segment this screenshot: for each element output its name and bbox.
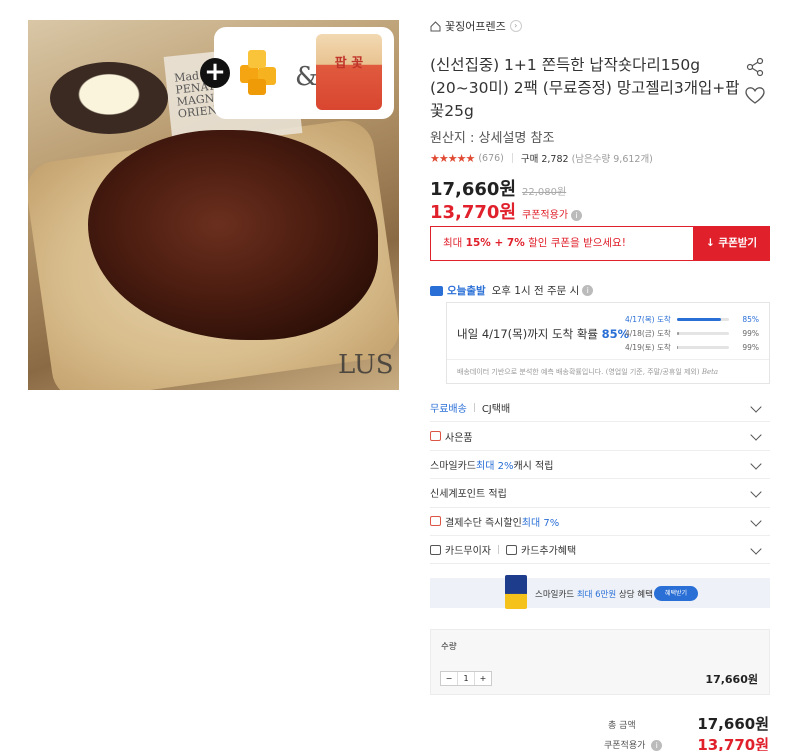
shinsegae-point-row[interactable]: 신세계포인트 적립 [430,479,770,508]
coupon-highlight: 15% + 7% [465,237,525,249]
pack-label: 팝 꽃 [334,56,364,71]
total-value: 17,660원 [697,715,769,733]
coupon-total-value: 13,770원 [697,736,769,751]
chevron-down-icon [750,486,762,498]
smile-card-banner[interactable]: 스마일카드 최대 6만원 상당 혜택 혜택받기 [430,575,770,609]
chevron-down-icon [750,429,762,442]
banner-text: 스마일카드 최대 6만원 상당 혜택 [535,590,653,600]
card-benefit-row[interactable]: 카드무이자 카드추가혜택 [430,536,770,565]
delivery-header: 오늘출발 오후 1시 전 주문 시 i [430,283,594,298]
plus-icon: + [200,58,230,88]
get-benefit-button[interactable]: 혜택받기 [654,586,698,601]
delivery-row: 4/17(목) 도착 85% [625,315,759,324]
coupon-price-row: 13,770원 쿠폰적용가 i [430,198,583,224]
heart-icon[interactable] [745,86,765,106]
popcorn-pack: 팝 꽃 [316,34,382,110]
total-label: 총 금액 [608,721,636,731]
ampersand: & [295,62,319,92]
today-shipping-badge: 오늘출발 [447,285,486,297]
benefit-list: 무료배송 CJ택배 사은품 스마일카드 최대 2% 캐시 적립 신세계포인트 적립… [430,394,770,565]
info-icon[interactable]: i [571,210,583,221]
get-coupon-button[interactable]: ↓ 쿠폰받기 [693,226,770,261]
quantity-label: 수량 [441,642,457,652]
smile-card-image [505,575,527,609]
truck-icon [430,285,443,296]
coupon-price: 13,770원 [430,202,517,223]
shipping-row[interactable]: 무료배송 CJ택배 [430,394,770,423]
delivery-row: 4/19(토) 도착 99% [625,343,759,352]
delivery-probability-box: 내일 4/17(목)까지 도착 확률 85% 4/17(목) 도착 85% 4/… [446,302,770,384]
card-plus-icon [506,544,517,555]
quantity-stepper: − 1 + [440,671,492,686]
discount-icon [430,516,441,527]
coupon-total-row: 쿠폰적용가 i 13,770원 [430,734,770,751]
gift-icon [430,431,441,442]
mango-jelly-icon [240,50,276,95]
option-price: 17,660원 [705,673,758,686]
divider [511,153,513,163]
sauce-bowl [50,62,168,134]
original-price: 22,080원 [522,187,567,198]
coupon-message: 최대 15% + 7% 할인 쿠폰을 받으세요! [430,226,693,261]
plus-button[interactable]: + [475,672,491,685]
stock-count: (남은수량 9,612개) [571,154,653,165]
home-icon [430,20,441,31]
card-icon [430,544,441,555]
total-row: 총 금액 17,660원 [430,713,770,735]
delivery-cutoff: 오후 1시 전 주문 시 [491,285,580,297]
chevron-down-icon [750,401,762,413]
delivery-bar-fill [677,318,722,321]
purchase-count: 구매 2,782 [520,154,569,165]
quantity-box: 수량 − 1 + 17,660원 [430,629,770,695]
divider [447,359,769,360]
share-icon[interactable] [745,57,765,77]
minus-button[interactable]: − [441,672,457,685]
store-name: 꽃징어프렌즈 [445,20,506,33]
gift-row[interactable]: 사은품 [430,422,770,451]
review-count[interactable]: (676) [478,153,504,164]
coupon-total-label: 쿠폰적용가 i [604,738,663,751]
chevron-down-icon [750,458,762,470]
delivery-note: 배송데이터 기반으로 분석한 예측 배송확률입니다. (영업일 기준, 주말/공… [457,368,719,376]
chevron-down-icon [750,543,762,555]
product-title: (신선집중) 1+1 쫀득한 납작숏다리150g (20~30미) 2팩 (무료… [430,56,740,120]
coupon-price-label: 쿠폰적용가 [522,210,569,221]
chevron-down-icon [750,514,762,527]
origin-text: 원산지 : 상세설명 참조 [430,131,555,146]
delivery-row: 4/18(금) 도착 99% [625,329,759,338]
delivery-bar-fill [677,346,678,349]
background-text: LUS [338,350,394,380]
chevron-right-icon: › [509,20,522,32]
quantity-input[interactable]: 1 [457,672,475,685]
rating-row: ★★★★★ (676) 구매 2,782 (남은수량 9,612개) [430,151,653,166]
info-icon[interactable]: i [582,285,594,296]
delivery-main-text: 내일 4/17(목)까지 도착 확률 85% [457,327,630,341]
star-rating-icon[interactable]: ★★★★★ [430,152,475,165]
smile-card-cash-row[interactable]: 스마일카드 최대 2% 캐시 적립 [430,451,770,480]
info-icon[interactable]: i [651,740,663,751]
product-image[interactable]: Mad PENATI BUSET MAGNIS SAIRT ORIENT OIT… [28,20,399,390]
payment-discount-row[interactable]: 결제수단 즉시할인 최대 7% [430,508,770,536]
delivery-bar-fill [677,332,680,335]
store-link[interactable]: 꽃징어프렌즈 › [430,18,522,34]
